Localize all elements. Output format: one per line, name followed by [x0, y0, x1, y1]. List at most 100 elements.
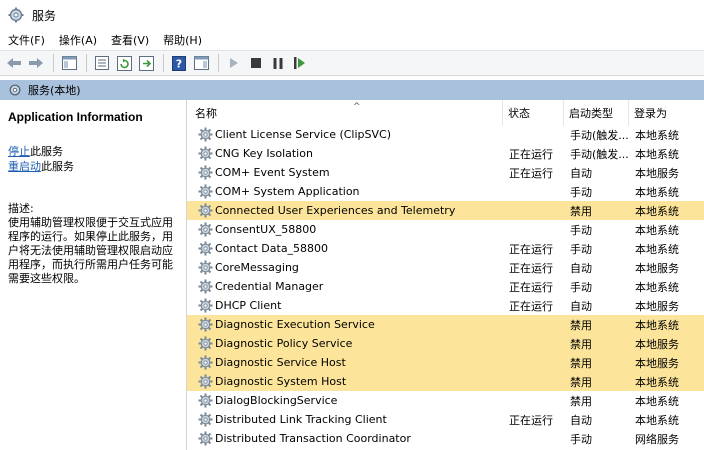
stop-service-link[interactable]: 停止 — [8, 145, 30, 158]
service-logon-as: 本地服务 — [635, 166, 679, 180]
toolbar-separator — [86, 54, 87, 72]
service-row[interactable]: DHCP Client 正在运行 自动 本地服务 — [187, 296, 704, 315]
service-name: Connected User Experiences and Telemetry — [215, 204, 456, 217]
service-name: COM+ System Application — [215, 185, 360, 198]
back-arrow-icon[interactable] — [4, 53, 24, 73]
service-startup-type: 禁用 — [570, 318, 592, 332]
column-header-status[interactable]: 状态 — [504, 100, 564, 126]
service-gear-icon — [198, 279, 213, 294]
toolbar: ? — [0, 50, 704, 76]
title-bar: 服务 — [0, 0, 704, 30]
service-row[interactable]: Diagnostic System Host 禁用 本地系统 — [187, 372, 704, 391]
service-row[interactable]: CoreMessaging 正在运行 自动 本地服务 — [187, 258, 704, 277]
stop-service-icon[interactable] — [246, 53, 266, 73]
service-gear-icon — [198, 165, 213, 180]
service-startup-type: 禁用 — [570, 204, 592, 218]
service-row[interactable]: CNG Key Isolation 正在运行 手动(触发... 本地系统 — [187, 144, 704, 163]
service-name: CoreMessaging — [215, 261, 299, 274]
column-header-startup-label: 启动类型 — [569, 107, 613, 120]
description-pane: Application Information 停止此服务 重启动此服务 描述:… — [0, 100, 187, 450]
export-list-icon[interactable] — [136, 53, 156, 73]
service-gear-icon — [198, 127, 213, 142]
service-startup-type: 自动 — [570, 166, 592, 180]
service-actions: 停止此服务 重启动此服务 — [8, 144, 178, 174]
console-tree-icon[interactable] — [59, 53, 79, 73]
menu-bar: 文件(F) 操作(A) 查看(V) 帮助(H) — [0, 30, 704, 50]
service-row[interactable]: Connected User Experiences and Telemetry… — [187, 201, 704, 220]
service-status: 正在运行 — [509, 242, 553, 256]
service-name: DialogBlockingService — [215, 394, 338, 407]
tree-header-label: 服务(本地) — [28, 84, 81, 97]
show-hide-action-pane-icon[interactable] — [191, 53, 211, 73]
service-logon-as: 网络服务 — [635, 432, 679, 446]
service-status: 正在运行 — [509, 299, 553, 313]
column-header-logon-label: 登录为 — [634, 107, 667, 120]
service-logon-as: 本地系统 — [635, 394, 679, 408]
tree-header[interactable]: 服务(本地) — [0, 80, 704, 100]
column-header-status-label: 状态 — [508, 107, 530, 120]
service-startup-type: 手动 — [570, 242, 592, 256]
service-row[interactable]: Diagnostic Service Host 禁用 本地服务 — [187, 353, 704, 372]
service-description: 描述: 使用辅助管理权限便于交互式应用程序的运行。如果停止此服务，用户将无法使用… — [8, 202, 178, 286]
pause-service-icon[interactable] — [268, 53, 288, 73]
service-logon-as: 本地系统 — [635, 242, 679, 256]
service-logon-as: 本地服务 — [635, 261, 679, 275]
restart-service-suffix: 此服务 — [41, 160, 74, 173]
start-service-icon[interactable] — [224, 53, 244, 73]
service-name: Contact Data_58800 — [215, 242, 329, 255]
service-status: 正在运行 — [509, 166, 553, 180]
service-gear-icon — [198, 393, 213, 408]
service-row[interactable]: Diagnostic Policy Service 禁用 本地服务 — [187, 334, 704, 353]
service-startup-type: 禁用 — [570, 394, 592, 408]
service-gear-icon — [198, 241, 213, 256]
service-row[interactable]: COM+ Event System 正在运行 自动 本地服务 — [187, 163, 704, 182]
service-row[interactable]: Distributed Transaction Coordinator 手动 网络服… — [187, 429, 704, 448]
help-icon[interactable]: ? — [169, 53, 189, 73]
services-gear-icon — [9, 84, 21, 96]
service-status: 正在运行 — [509, 280, 553, 294]
selected-service-title: Application Information — [8, 110, 143, 124]
service-logon-as: 本地系统 — [635, 223, 679, 237]
services-gear-icon — [8, 7, 24, 23]
menu-action[interactable]: 操作(A) — [59, 32, 97, 48]
menu-help[interactable]: 帮助(H) — [163, 32, 202, 48]
service-startup-type: 手动(触发... — [570, 128, 629, 142]
service-name: ConsentUX_58800 — [215, 223, 317, 236]
service-row[interactable]: Client License Service (ClipSVC) 手动(触发...… — [187, 125, 704, 144]
service-startup-type: 禁用 — [570, 375, 592, 389]
properties-icon[interactable] — [92, 53, 112, 73]
column-header-name[interactable]: 名称 ^ — [195, 100, 503, 126]
service-row[interactable]: DialogBlockingService 禁用 本地系统 — [187, 391, 704, 410]
service-name: Diagnostic Policy Service — [215, 337, 353, 350]
service-row[interactable]: COM+ System Application 手动 本地系统 — [187, 182, 704, 201]
service-gear-icon — [198, 222, 213, 237]
service-name: Diagnostic System Host — [215, 375, 347, 388]
menu-view[interactable]: 查看(V) — [111, 32, 149, 48]
forward-arrow-icon[interactable] — [26, 53, 46, 73]
service-row[interactable]: Contact Data_58800 正在运行 手动 本地系统 — [187, 239, 704, 258]
column-header-startup-type[interactable]: 启动类型 — [565, 100, 629, 126]
service-logon-as: 本地服务 — [635, 299, 679, 313]
service-name: CNG Key Isolation — [215, 147, 313, 160]
service-startup-type: 禁用 — [570, 337, 592, 351]
menu-file[interactable]: 文件(F) — [8, 32, 45, 48]
service-startup-type: 自动 — [570, 261, 592, 275]
column-header-logon-as[interactable]: 登录为 — [630, 100, 704, 126]
toolbar-separator — [163, 54, 164, 72]
service-row[interactable]: ConsentUX_58800 手动 本地系统 — [187, 220, 704, 239]
restart-service-icon[interactable] — [290, 53, 310, 73]
service-name: Distributed Transaction Coordinator — [215, 432, 411, 445]
service-row[interactable]: Diagnostic Execution Service 禁用 本地系统 — [187, 315, 704, 334]
service-logon-as: 本地系统 — [635, 280, 679, 294]
description-label: 描述: — [8, 202, 34, 215]
service-row[interactable]: Distributed Link Tracking Client 正在运行 自动 本地… — [187, 410, 704, 429]
service-name: COM+ Event System — [215, 166, 330, 179]
refresh-icon[interactable] — [114, 53, 134, 73]
stop-service-suffix: 此服务 — [30, 145, 63, 158]
service-startup-type: 自动 — [570, 299, 592, 313]
service-logon-as: 本地系统 — [635, 204, 679, 218]
service-row[interactable]: Credential Manager 正在运行 手动 本地系统 — [187, 277, 704, 296]
service-logon-as: 本地系统 — [635, 147, 679, 161]
restart-service-link[interactable]: 重启动 — [8, 160, 41, 173]
sort-ascending-icon: ^ — [353, 102, 361, 112]
